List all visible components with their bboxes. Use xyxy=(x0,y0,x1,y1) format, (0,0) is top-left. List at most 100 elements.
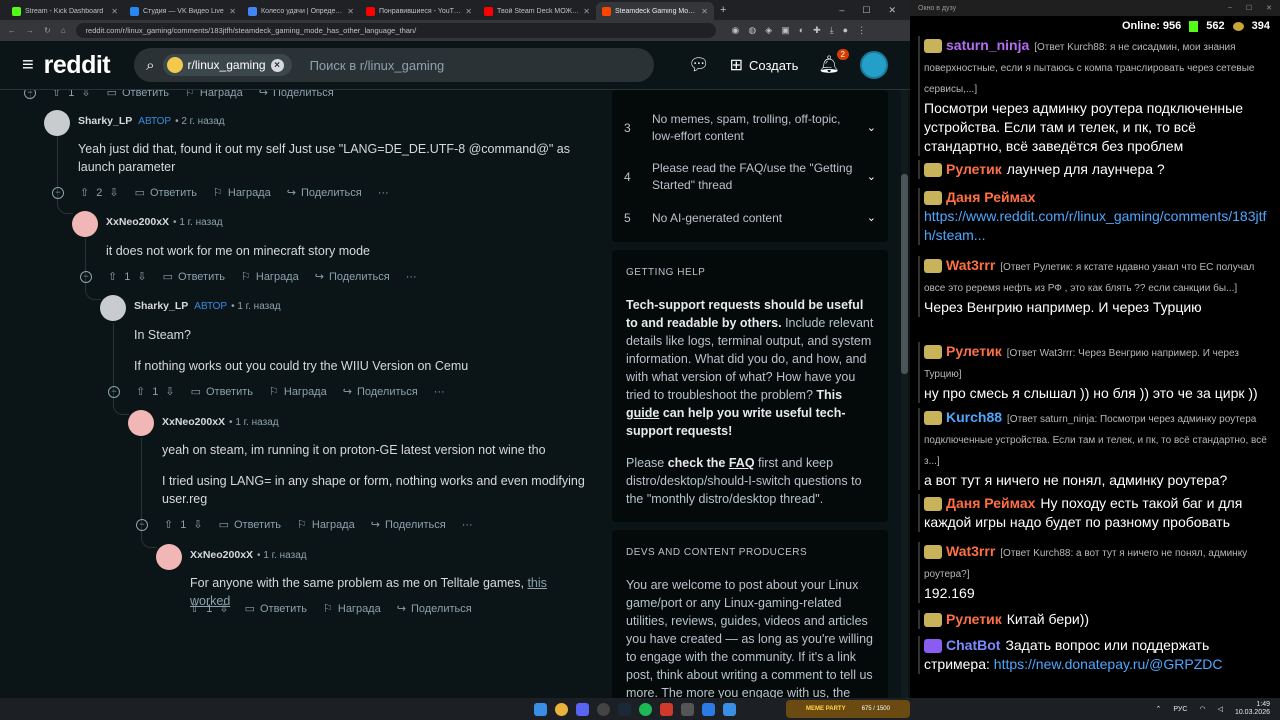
upvote-icon[interactable]: ⇧ xyxy=(136,385,145,398)
profile-icon[interactable]: ● xyxy=(843,25,848,36)
downvote-icon[interactable]: ⇩ xyxy=(219,602,228,615)
downvote-icon[interactable]: ⇩ xyxy=(137,270,146,283)
upvote-icon[interactable]: ⇧ xyxy=(190,602,199,615)
app-icon[interactable] xyxy=(702,702,715,716)
award-button[interactable]: ⚐ Награда xyxy=(269,385,327,399)
reddit-logo[interactable]: reddit xyxy=(44,51,111,80)
chat-nick[interactable]: saturn_ninja xyxy=(946,37,1029,53)
share-button[interactable]: ↪ Поделиться xyxy=(343,385,418,399)
back-icon[interactable]: ← xyxy=(8,26,16,35)
tab-reddit[interactable]: Steamdeck Gaming Mode has✕ xyxy=(596,2,714,20)
chat-link[interactable]: https://new.donatepay.ru/@GRPZDC xyxy=(994,656,1223,672)
download-icon[interactable]: ⤓ xyxy=(830,25,834,36)
upvote-icon[interactable]: ⇧ xyxy=(80,186,89,199)
reply-button[interactable]: ▭ Ответить xyxy=(163,270,225,284)
close-tab-icon[interactable]: ✕ xyxy=(111,7,118,16)
comment-time[interactable]: • 1 г. назад xyxy=(229,417,279,428)
extension-icon[interactable]: ◈ xyxy=(765,25,772,36)
extension-icon[interactable]: ◍ xyxy=(748,25,756,36)
collapse-icon[interactable]: − xyxy=(108,385,120,398)
app-icon[interactable] xyxy=(660,702,673,716)
tab-kick[interactable]: Stream - Kick Dashboard ✕ xyxy=(6,2,124,20)
chat-icon[interactable]: 💬︎ xyxy=(688,55,710,75)
downvote-icon[interactable]: ⇩ xyxy=(109,186,118,199)
reply-button[interactable]: ▭ Ответить xyxy=(219,518,281,532)
tab-youtube-liked[interactable]: Понравившиеся - YouTube ✕ xyxy=(360,2,478,20)
rule-item[interactable]: 4 Please read the FAQ/use the "Getting S… xyxy=(612,154,888,200)
downvote-icon[interactable]: ⇩ xyxy=(81,90,90,99)
share-button[interactable]: ↪ Поделиться xyxy=(371,518,446,532)
rule-item[interactable]: 5 No AI-generated content ⌄ xyxy=(612,200,888,236)
reply-button[interactable]: ▭ Ответить xyxy=(191,385,253,399)
upvote-icon[interactable]: ⇧ xyxy=(164,518,173,531)
share-button[interactable]: ↪ Поделиться xyxy=(259,90,334,99)
avatar[interactable] xyxy=(100,295,126,321)
faq-link[interactable]: FAQ xyxy=(729,456,755,470)
upvote-icon[interactable]: ⇧ xyxy=(108,270,117,283)
create-button[interactable]: ⊞ Создать xyxy=(730,55,799,75)
windows-start-icon[interactable] xyxy=(534,702,547,716)
chat-nick[interactable]: Рулетик xyxy=(946,343,1002,359)
close-window-button[interactable]: ✕ xyxy=(1266,4,1272,12)
url-field[interactable]: reddit.com/r/linux_gaming/comments/183jt… xyxy=(75,23,716,38)
extensions-puzzle-icon[interactable]: ✚ xyxy=(813,25,821,36)
close-tab-icon[interactable]: ✕ xyxy=(465,7,472,16)
rule-item[interactable]: 3 No memes, spam, trolling, off-topic, l… xyxy=(612,102,888,154)
avatar[interactable] xyxy=(44,110,70,136)
comment-time[interactable]: • 2 г. назад xyxy=(175,116,225,127)
clear-chip-icon[interactable]: × xyxy=(270,58,284,72)
app-icon[interactable] xyxy=(681,702,694,716)
close-tab-icon[interactable]: ✕ xyxy=(229,7,236,16)
chat-nick[interactable]: Даня Реймах xyxy=(946,189,1035,205)
notifications-button[interactable]: 🔔︎ 2 xyxy=(818,49,849,75)
app-icon[interactable] xyxy=(723,702,736,716)
obs-icon[interactable] xyxy=(597,702,610,716)
tab-vk[interactable]: Студия — VK Видео Live ✕ xyxy=(124,2,242,20)
minimize-button[interactable]: – xyxy=(839,5,844,16)
comment-time[interactable]: • 1 г. назад xyxy=(173,217,223,228)
spotify-icon[interactable] xyxy=(639,702,652,716)
avatar[interactable] xyxy=(128,410,154,436)
extension-icon[interactable]: ▣ xyxy=(781,25,790,36)
share-button[interactable]: ↪ Поделиться xyxy=(397,602,472,616)
chat-nick[interactable]: Рулетик xyxy=(946,611,1002,627)
maximize-button[interactable]: ☐ xyxy=(862,5,870,16)
upvote-icon[interactable]: ⇧ xyxy=(52,90,61,99)
tab-wheel[interactable]: Колесо удачи | Определите п✕ xyxy=(242,2,360,20)
minimize-button[interactable]: – xyxy=(1228,4,1232,12)
chat-link[interactable]: https://www.reddit.com/r/linux_gaming/co… xyxy=(924,208,1266,243)
comment-author[interactable]: XxNeo200xX xyxy=(162,416,225,428)
more-options-button[interactable]: ··· xyxy=(378,187,389,199)
award-button[interactable]: ⚐ Награда xyxy=(241,270,299,284)
chat-nick[interactable]: Wat3rrr xyxy=(946,543,995,559)
comment-author[interactable]: XxNeo200xX xyxy=(190,549,253,561)
chat-nick[interactable]: Kurch88 xyxy=(946,409,1002,425)
page-scrollbar[interactable] xyxy=(901,90,908,698)
close-tab-icon[interactable]: ✕ xyxy=(347,7,354,16)
close-tab-icon[interactable]: ✕ xyxy=(583,7,590,16)
clock[interactable]: 1:49 10.03.2026 xyxy=(1235,701,1270,717)
share-button[interactable]: ↪ Поделиться xyxy=(287,186,362,200)
discord-icon[interactable] xyxy=(576,702,589,716)
collapse-icon[interactable]: − xyxy=(52,186,64,199)
chat-nick[interactable]: Даня Реймах xyxy=(946,495,1035,511)
reply-button[interactable]: ▭ Ответить xyxy=(245,602,307,616)
award-button[interactable]: ⚐ Награда xyxy=(185,90,243,99)
more-options-button[interactable]: ··· xyxy=(462,519,473,531)
award-button[interactable]: ⚐ Награда xyxy=(213,186,271,200)
language-indicator[interactable]: РУС xyxy=(1173,706,1187,713)
more-options-button[interactable]: ··· xyxy=(434,386,445,398)
chat-nick[interactable]: Рулетик xyxy=(946,161,1002,177)
wifi-icon[interactable]: ◠ xyxy=(1199,705,1205,713)
hamburger-menu-icon[interactable]: ≡ xyxy=(22,54,34,77)
user-avatar[interactable] xyxy=(860,51,888,79)
comment-time[interactable]: • 1 г. назад xyxy=(257,550,307,561)
tray-chevron-icon[interactable]: ⌃ xyxy=(1156,705,1162,713)
community-chip[interactable]: r/linux_gaming × xyxy=(162,54,292,76)
collapse-icon[interactable]: − xyxy=(24,90,36,99)
comment-author[interactable]: XxNeo200xX xyxy=(106,216,169,228)
extension-icon[interactable]: ◉ xyxy=(732,25,740,36)
chrome-icon[interactable] xyxy=(555,702,568,716)
reload-icon[interactable]: ↻ xyxy=(44,26,51,35)
tab-youtube-video[interactable]: Твой Steam Deck МОЖЕТ БОЛ✕ xyxy=(478,2,596,20)
